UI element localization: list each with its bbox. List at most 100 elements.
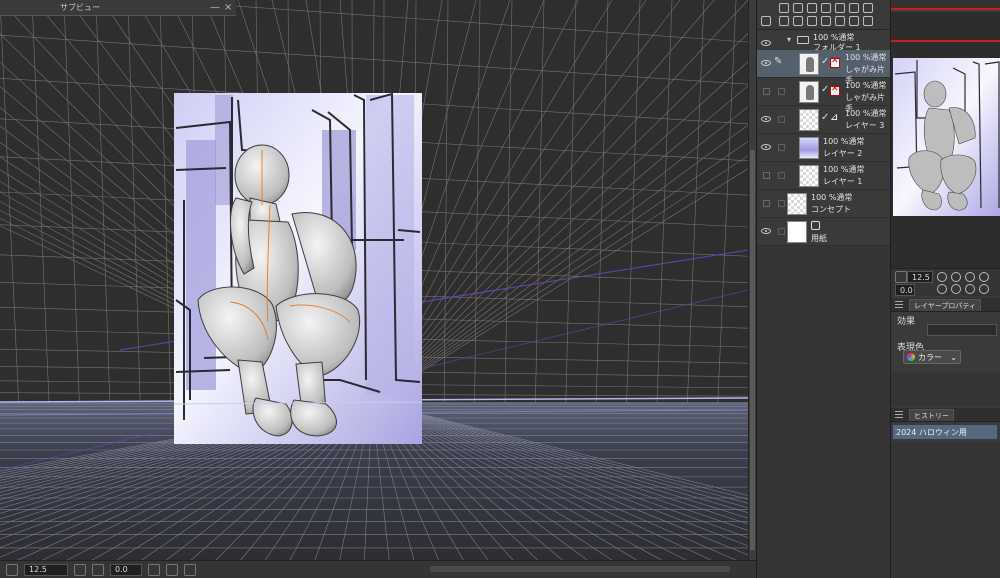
flip-horizontal-icon[interactable] bbox=[184, 563, 196, 576]
layer-row-shagami-1[interactable]: ✎ ✓ 100 %通常 しゃがみ片手 bbox=[757, 50, 891, 85]
canvas-vertical-scrollbar[interactable] bbox=[748, 0, 756, 568]
tab-history[interactable]: ヒストリー bbox=[909, 409, 954, 421]
layer-name: レイヤー 1 bbox=[823, 177, 863, 186]
visibility-toggle-off[interactable] bbox=[763, 200, 770, 207]
layer-toolbar bbox=[757, 0, 890, 30]
new-folder-icon[interactable] bbox=[807, 3, 817, 13]
layer-row-layer-3[interactable]: ✓ ⊿ 100 %通常 レイヤー 3 bbox=[757, 106, 891, 134]
history-header: ヒストリー bbox=[891, 408, 1000, 422]
copy-layer-icon[interactable] bbox=[821, 3, 831, 13]
reset-rotation-icon[interactable] bbox=[965, 284, 975, 294]
layer-blend: 100 %通常 bbox=[823, 137, 865, 146]
canvas-horizontal-scrollbar[interactable] bbox=[430, 566, 730, 572]
navigator-preview[interactable] bbox=[891, 12, 1000, 268]
visibility-eye-icon[interactable] bbox=[761, 40, 771, 46]
lock-toggle[interactable] bbox=[778, 116, 785, 123]
actual-size-icon[interactable] bbox=[965, 272, 975, 282]
trash-icon[interactable] bbox=[863, 16, 873, 26]
mask-link-icon[interactable]: ✓ bbox=[821, 84, 829, 95]
canvas-status-bar: 12.5 0.0 bbox=[0, 560, 756, 578]
edit-target-pen-icon: ✎ bbox=[774, 56, 783, 67]
new-raster-layer-icon[interactable] bbox=[779, 3, 789, 13]
flip-horizontal-icon[interactable] bbox=[979, 284, 989, 294]
navigator-slider-icon[interactable] bbox=[895, 271, 907, 283]
expression-color-select[interactable]: カラー ⌄ bbox=[903, 350, 961, 364]
lock-toggle[interactable] bbox=[778, 200, 785, 207]
navigator-menu-icon[interactable] bbox=[6, 563, 18, 576]
visibility-toggle-off[interactable] bbox=[763, 88, 770, 95]
layer-thumbnail bbox=[799, 53, 819, 75]
visibility-eye-icon[interactable] bbox=[761, 228, 771, 234]
layer-name: 用紙 bbox=[811, 234, 827, 243]
layer-row-concept[interactable]: 100 %通常 コンセプト bbox=[757, 190, 891, 218]
panel-menu-icon[interactable] bbox=[761, 16, 771, 26]
effect-label: 効果 bbox=[897, 317, 916, 327]
tab-layer-property[interactable]: レイヤープロパティ bbox=[909, 299, 981, 311]
rotate-right-icon[interactable] bbox=[166, 563, 178, 576]
scrollbar-thumb[interactable] bbox=[750, 150, 755, 550]
combine-layer-icon[interactable] bbox=[793, 16, 803, 26]
visibility-eye-icon[interactable] bbox=[761, 116, 771, 122]
lock-toggle[interactable] bbox=[778, 144, 785, 151]
effect-buttons[interactable] bbox=[927, 324, 997, 336]
zoom-out-icon[interactable] bbox=[74, 563, 86, 576]
layer-row-layer-2[interactable]: 100 %通常 レイヤー 2 bbox=[757, 134, 891, 162]
rotate-left-icon[interactable] bbox=[937, 284, 947, 294]
zoom-in-icon[interactable] bbox=[951, 272, 961, 282]
clip-layer-icon[interactable] bbox=[835, 3, 845, 13]
mask-link-icon[interactable]: ✓ bbox=[821, 112, 829, 123]
canvas-area[interactable]: サブビュー — × bbox=[0, 0, 748, 568]
apply-mask-icon[interactable] bbox=[849, 16, 859, 26]
navigator-zoom-field[interactable]: 12.5 bbox=[907, 271, 933, 283]
folder-chevron-icon[interactable]: ▾ bbox=[787, 35, 791, 44]
zoom-out-icon[interactable] bbox=[937, 272, 947, 282]
navigator-tab-bar bbox=[891, 0, 1000, 10]
mask-link-icon[interactable]: ✓ bbox=[821, 56, 829, 67]
rotate-left-icon[interactable] bbox=[148, 563, 160, 576]
subview-tab[interactable]: サブビュー — × bbox=[0, 0, 236, 16]
fit-window-icon[interactable] bbox=[979, 272, 989, 282]
panel-menu-icon[interactable] bbox=[895, 411, 903, 418]
navigator-view-frame bbox=[891, 40, 1000, 42]
layer-name: レイヤー 3 bbox=[845, 121, 885, 130]
navigator-angle-field[interactable]: 0.0 bbox=[895, 284, 915, 296]
lock-toggle[interactable] bbox=[778, 172, 785, 179]
palette-icon[interactable] bbox=[821, 16, 831, 26]
rotate-right-icon[interactable] bbox=[951, 284, 961, 294]
layer-blend: 100 %通常 bbox=[845, 53, 887, 62]
lock-toggle[interactable] bbox=[778, 228, 785, 235]
layer-property-empty-area bbox=[891, 372, 1000, 406]
lock-layer-icon[interactable] bbox=[863, 3, 873, 13]
angle-field[interactable]: 0.0 bbox=[110, 563, 142, 576]
new-vector-layer-icon[interactable] bbox=[793, 3, 803, 13]
reference-layer-icon[interactable] bbox=[849, 3, 859, 13]
zoom-field[interactable]: 12.5 bbox=[24, 563, 68, 576]
layer-panel: ▾ 100 %通常 フォルダー 1 ✎ ✓ 100 %通常 しゃがみ片手 ✓ 1… bbox=[756, 0, 891, 578]
history-item[interactable]: 2024 ハロウィン用 bbox=[893, 425, 997, 439]
mask-thumbnail-icon bbox=[830, 56, 840, 68]
layer-row-shagami-2[interactable]: ✓ 100 %通常 しゃがみ片手 bbox=[757, 78, 891, 113]
layer-row-layer-1[interactable]: 100 %通常 レイヤー 1 bbox=[757, 162, 891, 190]
zoom-in-icon[interactable] bbox=[92, 563, 104, 576]
transfer-layer-icon[interactable] bbox=[779, 16, 789, 26]
panel-menu-icon[interactable] bbox=[895, 301, 903, 308]
mask-icon[interactable] bbox=[835, 16, 845, 26]
visibility-toggle-off[interactable] bbox=[763, 172, 770, 179]
navigator-thumbnail bbox=[893, 58, 1000, 216]
minimize-button[interactable]: — bbox=[210, 2, 220, 13]
navigator-controls: 12.5 0.0 bbox=[891, 268, 1000, 296]
layer-property-header: レイヤープロパティ bbox=[891, 298, 1000, 312]
layer-color-icon[interactable] bbox=[807, 16, 817, 26]
mask-thumbnail-icon bbox=[830, 84, 840, 96]
layer-name: レイヤー 2 bbox=[823, 149, 863, 158]
lock-toggle[interactable] bbox=[778, 88, 785, 95]
layer-row-paper[interactable]: 用紙 bbox=[757, 218, 891, 246]
perspective-grid-scene bbox=[0, 0, 748, 568]
layer-thumbnail bbox=[799, 137, 819, 159]
layer-thumbnail bbox=[799, 165, 819, 187]
visibility-eye-icon[interactable] bbox=[761, 144, 771, 150]
visibility-eye-icon[interactable] bbox=[761, 60, 771, 66]
close-button[interactable]: × bbox=[224, 2, 232, 13]
layer-list-empty-area bbox=[757, 246, 891, 578]
expression-color-value: カラー bbox=[918, 352, 942, 362]
